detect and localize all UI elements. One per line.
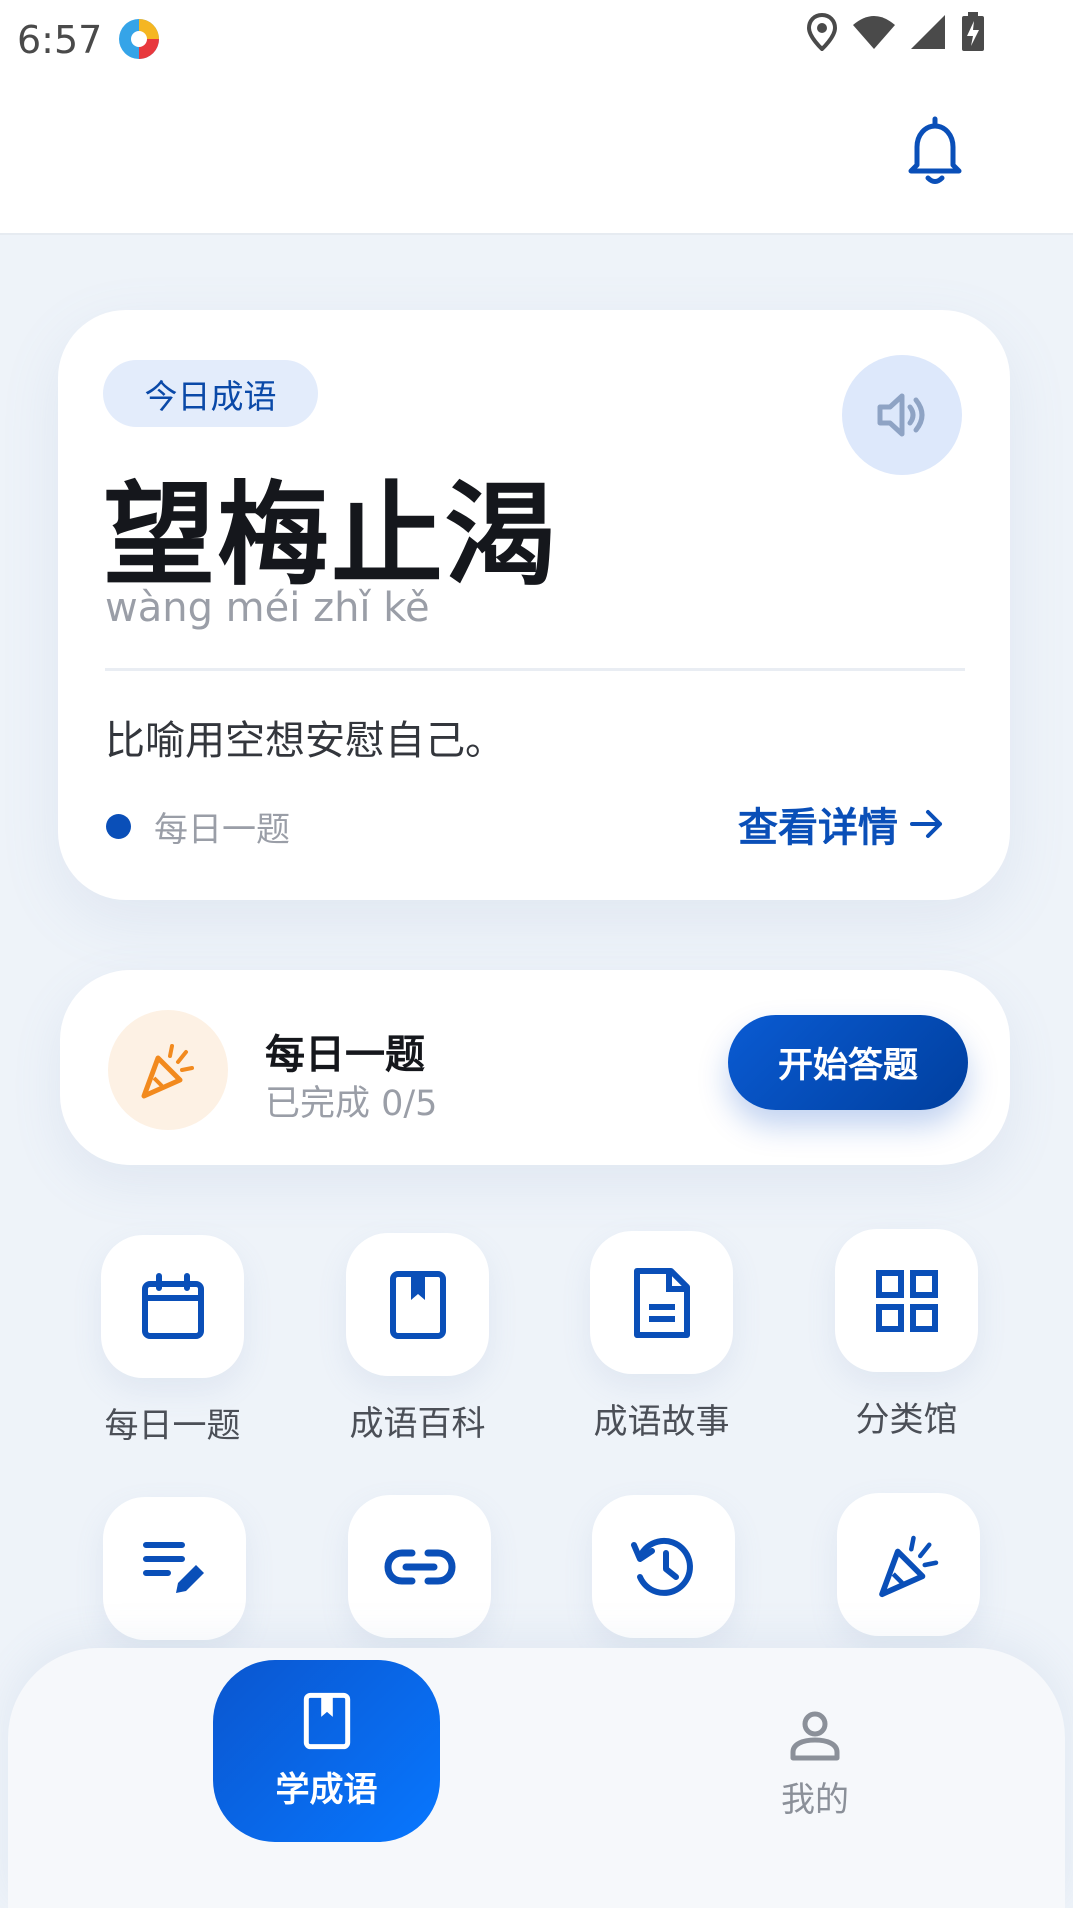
source-dot [106, 814, 131, 839]
grid-item-daily-quiz[interactable]: 每日一题 [101, 1235, 251, 1447]
quiz-title: 每日一题 [265, 1032, 425, 1078]
user-icon [790, 1711, 840, 1761]
link-icon [383, 1549, 456, 1584]
document-icon [633, 1267, 690, 1338]
nav-tab-mine-label: 我的 [781, 1780, 849, 1820]
status-time: 6:57 [17, 18, 103, 62]
view-details-link[interactable]: 查看详情 [738, 795, 944, 853]
party-popper-icon [141, 1044, 194, 1099]
pronounce-button[interactable] [842, 355, 962, 475]
grid-item-chain[interactable] [348, 1495, 498, 1638]
book-icon [389, 1270, 446, 1339]
view-details-label: 查看详情 [738, 805, 898, 851]
idiom-meaning: 比喻用空想安慰自己。 [105, 718, 505, 764]
nav-tab-learn-label: 学成语 [275, 1769, 378, 1810]
idiom-source: 每日一题 [154, 810, 290, 850]
battery-icon [962, 12, 984, 51]
history-icon [630, 1537, 693, 1596]
grid-icon [875, 1269, 938, 1332]
grid-item-practice[interactable] [103, 1497, 253, 1640]
quiz-progress: 已完成 0/5 [265, 1084, 438, 1124]
nav-tab-mine[interactable]: 我的 [760, 1710, 870, 1821]
speaker-icon [877, 393, 925, 437]
calendar-icon [141, 1272, 204, 1339]
idiom-pinyin: wàng méi zhǐ kě [105, 585, 430, 631]
grid-label: 成语百科 [349, 1404, 486, 1444]
idiom-title: 望梅止渴 [103, 471, 559, 601]
book-icon [303, 1692, 350, 1749]
today-tag: 今日成语 [103, 360, 318, 427]
arrow-right-icon [910, 810, 942, 838]
grid-item-encyclopedia[interactable]: 成语百科 [346, 1233, 496, 1445]
bottom-navigation [8, 1648, 1065, 1908]
grid-label: 每日一题 [104, 1406, 241, 1446]
nav-tab-learn[interactable]: 学成语 [213, 1660, 440, 1842]
grid-item-categories[interactable]: 分类馆 [835, 1229, 985, 1441]
edit-list-icon [142, 1541, 204, 1593]
quiz-icon-badge [108, 1010, 228, 1130]
grid-label: 分类馆 [855, 1400, 958, 1440]
wifi-icon [853, 16, 895, 49]
location-icon [807, 13, 837, 51]
app-logo-icon [119, 19, 159, 59]
card-divider [105, 668, 965, 671]
status-bar: 6:57 [0, 0, 1073, 85]
start-quiz-button[interactable]: 开始答题 [728, 1015, 968, 1110]
party-popper-icon [878, 1535, 938, 1597]
grid-item-celebration[interactable] [837, 1493, 987, 1636]
grid-label: 成语故事 [593, 1402, 730, 1442]
notification-bell-icon[interactable] [905, 115, 965, 187]
grid-item-stories[interactable]: 成语故事 [590, 1231, 740, 1443]
signal-icon [911, 15, 945, 49]
grid-item-history[interactable] [592, 1495, 742, 1638]
